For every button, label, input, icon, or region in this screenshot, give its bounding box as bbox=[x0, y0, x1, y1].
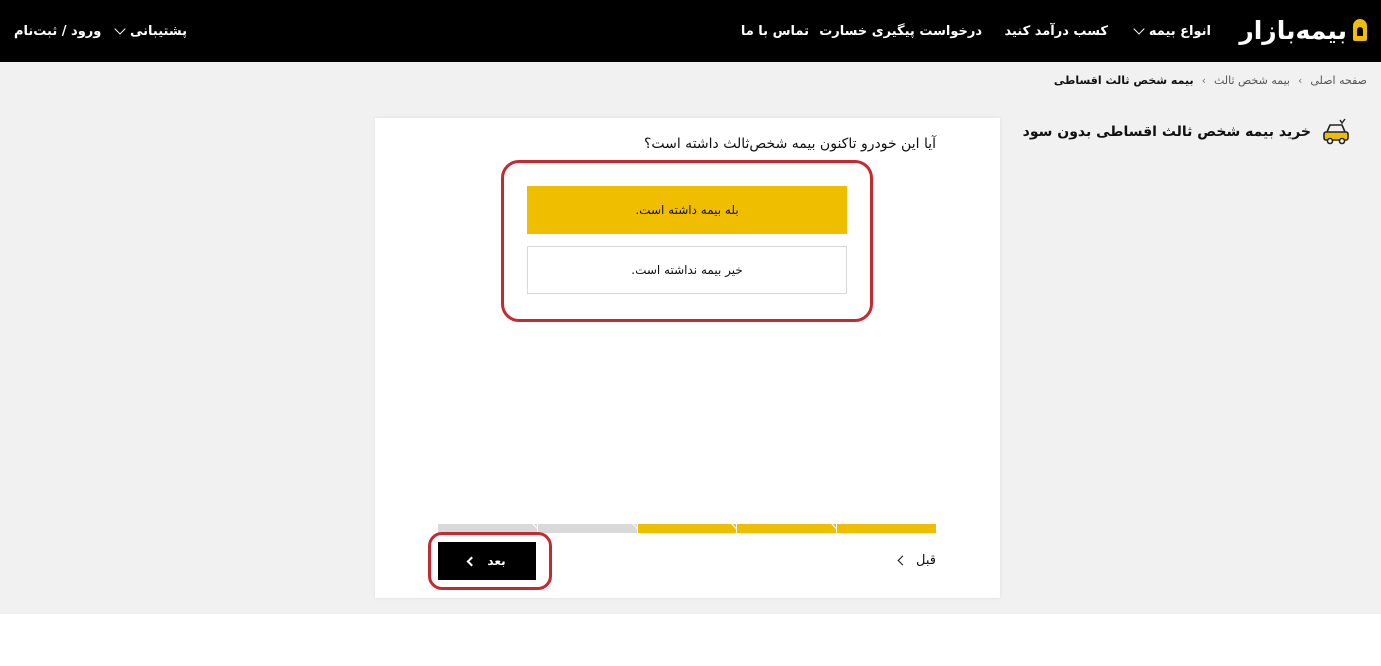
nav-insurance-types-label: انواع بیمه bbox=[1148, 23, 1211, 39]
logo-mark-icon bbox=[1353, 19, 1367, 41]
top-navigation-bar: بیمه‌بازار انواع بیمه کسب درآمد کنید درخ… bbox=[0, 0, 1381, 62]
breadcrumb-third-party[interactable]: بیمه شخص ثالث bbox=[1214, 74, 1290, 87]
next-button[interactable]: بعد bbox=[438, 542, 536, 580]
option-yes-label: بله بیمه داشته است. bbox=[635, 203, 739, 217]
wizard-card: آیا این خودرو تاکنون بیمه شخص‌ثالث داشته… bbox=[375, 118, 1000, 598]
chevron-down-icon bbox=[114, 23, 126, 35]
next-button-label: بعد bbox=[487, 554, 506, 568]
nav-login[interactable]: ورود / ثبت‌نام bbox=[14, 0, 101, 62]
nav-claim-request[interactable]: درخواست پیگیری خسارت bbox=[819, 0, 982, 62]
chevron-down-icon bbox=[1133, 23, 1145, 35]
breadcrumb-home[interactable]: صفحه اصلی bbox=[1310, 74, 1367, 87]
site-logo[interactable]: بیمه‌بازار bbox=[1239, 14, 1367, 46]
prev-button[interactable]: قبل bbox=[897, 550, 936, 570]
nav-support-label: پشتیبانی bbox=[130, 23, 187, 39]
nav-earn-money-label: کسب درآمد کنید bbox=[1004, 23, 1108, 39]
chevron-left-icon: ‹ bbox=[1201, 73, 1206, 87]
option-no-label: خیر بیمه نداشته است. bbox=[631, 263, 743, 277]
step-progress-bar bbox=[438, 519, 936, 533]
nav-login-label: ورود / ثبت‌نام bbox=[14, 23, 102, 39]
nav-contact-us-label: تماس با ما bbox=[740, 23, 809, 39]
options-highlight-annotation bbox=[501, 160, 873, 322]
progress-step bbox=[532, 519, 637, 533]
progress-step bbox=[831, 519, 936, 533]
chevron-left-icon bbox=[466, 556, 477, 566]
car-icon bbox=[1323, 118, 1349, 145]
option-no-button[interactable]: خیر بیمه نداشته است. bbox=[527, 246, 847, 294]
progress-step bbox=[438, 524, 537, 533]
nav-claim-request-label: درخواست پیگیری خسارت bbox=[819, 23, 982, 39]
breadcrumb: صفحه اصلی ‹ بیمه شخص ثالث ‹ بیمه شخص ثال… bbox=[1053, 73, 1367, 87]
chevron-left-icon: ‹ bbox=[1297, 73, 1303, 87]
page-title: خرید بیمه شخص ثالث اقساطی بدون سود bbox=[1023, 118, 1351, 146]
progress-step bbox=[731, 519, 837, 533]
question-text: آیا این خودرو تاکنون بیمه شخص‌ثالث داشته… bbox=[643, 136, 936, 152]
nav-insurance-types[interactable]: انواع بیمه bbox=[1133, 0, 1211, 62]
page-title-text: خرید بیمه شخص ثالث اقساطی بدون سود bbox=[1022, 124, 1311, 140]
prev-button-label: قبل bbox=[916, 552, 936, 568]
progress-step bbox=[632, 519, 737, 533]
nav-earn-money[interactable]: کسب درآمد کنید bbox=[1005, 0, 1108, 62]
nav-support[interactable]: پشتیبانی bbox=[114, 0, 187, 62]
logo-text: بیمه‌بازار bbox=[1239, 15, 1347, 45]
breadcrumb-current: بیمه شخص ثالث اقساطی bbox=[1053, 73, 1194, 87]
option-yes-button[interactable]: بله بیمه داشته است. bbox=[527, 186, 847, 234]
nav-contact-us[interactable]: تماس با ما bbox=[741, 0, 809, 62]
chevron-left-icon bbox=[897, 555, 908, 565]
